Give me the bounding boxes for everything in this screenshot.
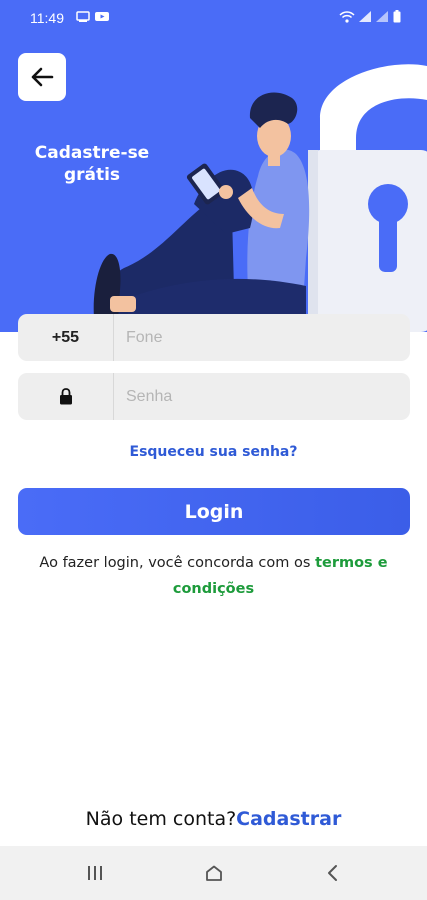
illustration-person-with-lock [93, 64, 427, 332]
signal-icon [376, 11, 388, 22]
status-time: 11:49 [30, 10, 64, 26]
password-field [18, 373, 410, 420]
signup-prompt: Não tem conta?Cadastrar [0, 808, 427, 830]
signup-link[interactable]: Cadastrar [236, 808, 341, 830]
status-notification-icons [76, 11, 109, 22]
phone-input[interactable] [126, 314, 410, 361]
lock-icon [59, 388, 72, 405]
home-icon [206, 865, 222, 881]
back-icon [328, 865, 337, 881]
recent-apps-button[interactable] [81, 860, 109, 886]
back-button[interactable] [18, 53, 66, 101]
terms-text: Ao fazer login, você concorda com os ter… [10, 550, 417, 602]
home-button[interactable] [200, 860, 228, 886]
terms-prefix: Ao fazer login, você concorda com os [39, 555, 316, 571]
lock-prefix [18, 373, 114, 420]
wifi-icon [339, 10, 355, 23]
arrow-left-icon [31, 67, 54, 87]
phone-field: +55 [18, 314, 410, 361]
screen-cast-icon [76, 11, 90, 22]
battery-icon [393, 10, 401, 23]
status-bar: 11:49 [0, 0, 427, 34]
signal-icon [359, 11, 371, 22]
page-title: Cadastre-se grátis [34, 143, 150, 185]
status-system-icons [339, 10, 401, 23]
password-input[interactable] [126, 373, 410, 420]
nav-back-button[interactable] [318, 860, 346, 886]
hero-banner: 11:49 Cadastre-se grátis [0, 0, 427, 332]
signup-text: Não tem conta? [85, 808, 237, 830]
forgot-password-link[interactable]: Esqueceu sua senha? [0, 444, 427, 460]
system-nav-bar [0, 846, 427, 900]
youtube-icon [95, 12, 109, 21]
login-button[interactable]: Login [18, 488, 410, 535]
recent-apps-icon [88, 866, 102, 880]
country-code[interactable]: +55 [18, 314, 114, 361]
